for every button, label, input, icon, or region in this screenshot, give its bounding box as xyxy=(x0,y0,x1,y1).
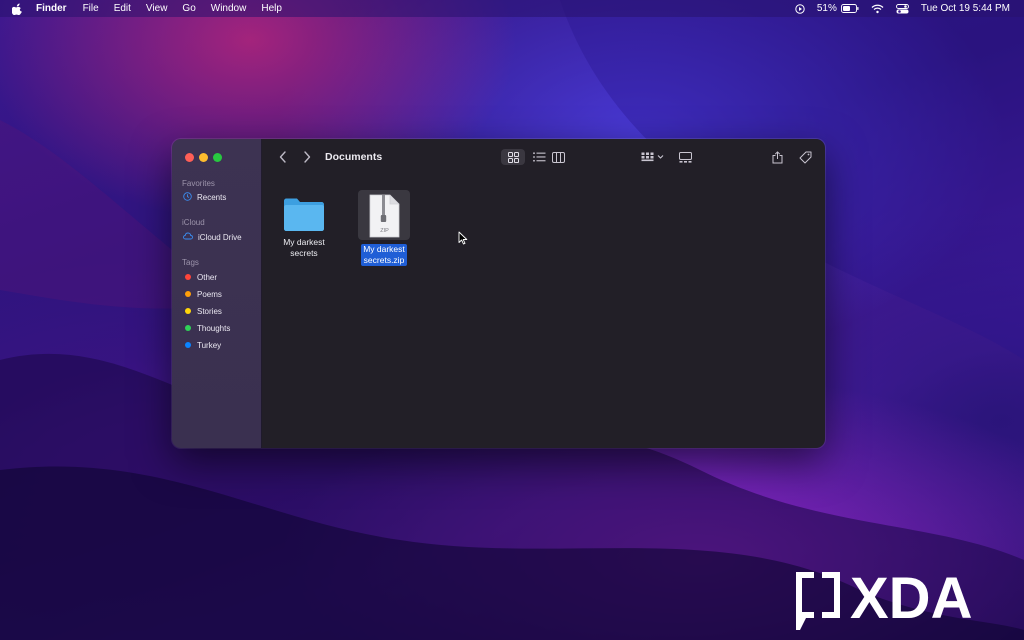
tag-color-dot xyxy=(185,308,191,314)
zoom-button[interactable] xyxy=(213,153,222,162)
control-center-icon[interactable] xyxy=(895,3,909,14)
finder-window: Favorites Recents iCloud iCloud Drive Ta… xyxy=(172,139,825,448)
sidebar-item-label: Stories xyxy=(197,306,222,316)
sidebar: Favorites Recents iCloud iCloud Drive Ta… xyxy=(172,139,262,448)
sidebar-item-label: Thoughts xyxy=(197,323,231,333)
tag-color-dot xyxy=(185,325,191,331)
share-icon[interactable] xyxy=(769,149,785,165)
file-name: My darkest secrets xyxy=(283,237,325,258)
tag-icon[interactable] xyxy=(797,149,813,165)
sidebar-heading-tags: Tags xyxy=(182,258,199,267)
icon-view-icon[interactable] xyxy=(501,149,525,165)
zip-badge: ZIP xyxy=(380,228,389,234)
forward-icon[interactable] xyxy=(300,150,314,164)
sidebar-item-recents[interactable]: Recents xyxy=(183,191,226,203)
sidebar-tag-poems[interactable]: Poems xyxy=(183,288,222,300)
menu-help[interactable]: Help xyxy=(261,3,282,14)
back-icon[interactable] xyxy=(276,150,290,164)
sidebar-tag-turkey[interactable]: Turkey xyxy=(183,339,221,351)
sidebar-heading-favorites: Favorites xyxy=(182,179,215,188)
folder-icon xyxy=(284,198,324,231)
menu-window[interactable]: Window xyxy=(211,3,247,14)
xda-logo: XDA xyxy=(796,568,972,631)
battery-status[interactable]: 51% xyxy=(817,3,859,14)
sidebar-item-label: Other xyxy=(197,272,218,282)
menu-go[interactable]: Go xyxy=(182,3,195,14)
sidebar-tag-stories[interactable]: Stories xyxy=(183,305,222,317)
menu-clock[interactable]: Tue Oct 19 5:44 PM xyxy=(921,3,1010,14)
menu-file[interactable]: File xyxy=(83,3,99,14)
menu-bar: Finder File Edit View Go Window Help 51%… xyxy=(0,0,1024,17)
sidebar-item-label: Recents xyxy=(197,192,227,202)
tag-color-dot xyxy=(185,342,191,348)
toolbar: Documents xyxy=(262,139,825,175)
cloud-icon xyxy=(183,232,193,242)
sidebar-item-icloud-drive[interactable]: iCloud Drive xyxy=(183,231,242,243)
tag-color-dot xyxy=(185,274,191,280)
column-view-icon[interactable] xyxy=(547,149,569,165)
menu-view[interactable]: View xyxy=(146,3,168,14)
zip-archive-icon: ZIP xyxy=(369,194,400,238)
wifi-icon[interactable] xyxy=(871,4,884,14)
battery-icon xyxy=(840,4,859,13)
sidebar-tag-other[interactable]: Other xyxy=(183,271,217,283)
mouse-pointer-icon xyxy=(458,231,468,245)
apple-icon[interactable] xyxy=(12,2,26,16)
sidebar-item-label: Turkey xyxy=(197,340,222,350)
sidebar-tag-thoughts[interactable]: Thoughts xyxy=(183,322,230,334)
gallery-view-icon[interactable] xyxy=(674,149,696,165)
file-item-folder[interactable]: My darkest secrets xyxy=(272,195,336,261)
clock-icon xyxy=(183,191,192,203)
sidebar-heading-icloud: iCloud xyxy=(182,218,205,227)
file-browser: Documents My darkest secrets ZIP My dark… xyxy=(262,139,825,448)
battery-percent: 51% xyxy=(816,3,837,14)
file-item-zip[interactable]: ZIP My darkest secrets.zip xyxy=(352,194,416,268)
menu-finder[interactable]: Finder xyxy=(36,3,67,14)
group-icon[interactable] xyxy=(639,149,667,165)
screen-recording-icon[interactable] xyxy=(795,3,805,14)
close-button[interactable] xyxy=(185,153,194,162)
minimize-button[interactable] xyxy=(199,153,208,162)
sidebar-item-label: iCloud Drive xyxy=(198,232,242,242)
menu-edit[interactable]: Edit xyxy=(114,3,131,14)
tag-color-dot xyxy=(185,291,191,297)
sidebar-item-label: Poems xyxy=(197,289,222,299)
window-controls xyxy=(185,153,222,162)
file-name-selected: My darkest secrets.zip xyxy=(361,244,407,266)
watermark-text: XDA xyxy=(850,568,972,631)
window-title: Documents xyxy=(325,151,383,163)
